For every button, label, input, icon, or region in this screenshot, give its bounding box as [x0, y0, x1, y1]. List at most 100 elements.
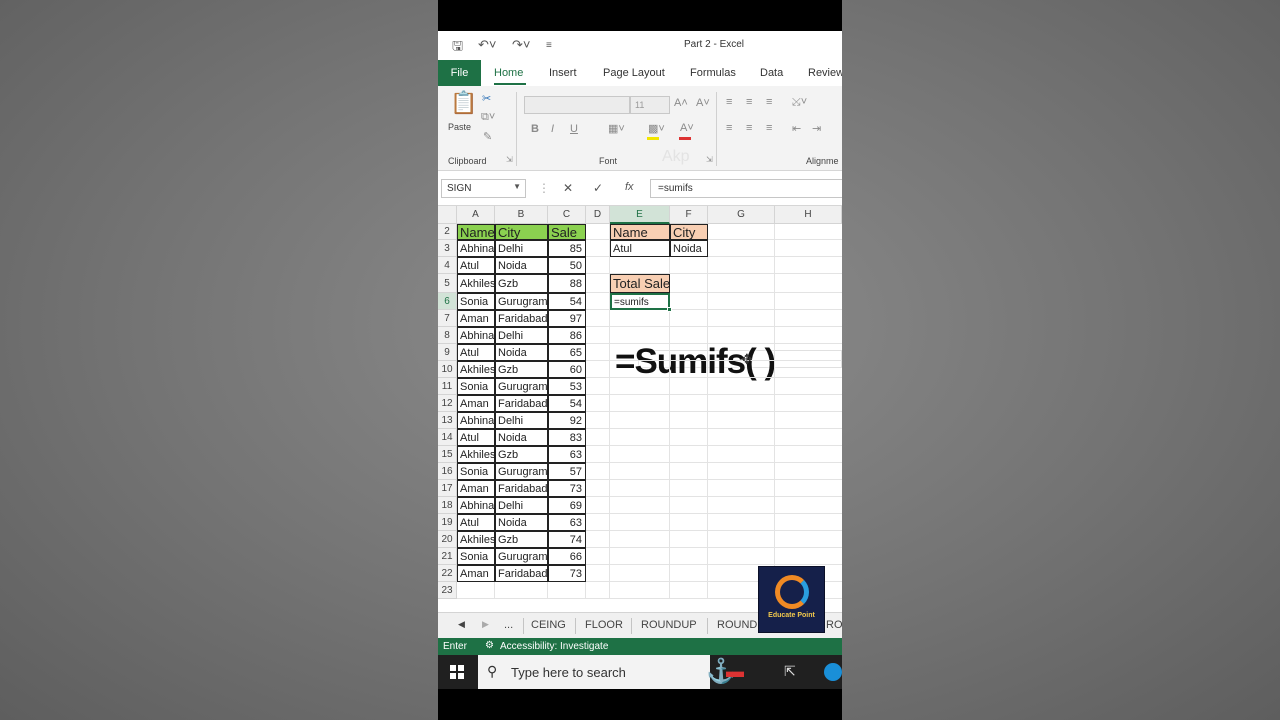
- table-cell[interactable]: 88: [548, 274, 586, 293]
- sheet-tab-round[interactable]: ROUND: [717, 619, 757, 631]
- table-cell[interactable]: Gzb: [495, 446, 548, 463]
- borders-icon[interactable]: ▦˅: [608, 122, 625, 135]
- table-cell[interactable]: 63: [548, 446, 586, 463]
- table-cell[interactable]: Gzb: [495, 274, 548, 293]
- table-cell[interactable]: Aman: [457, 480, 495, 497]
- task-view-icon[interactable]: ⇱: [784, 663, 796, 680]
- tab-formulas[interactable]: Formulas: [690, 67, 736, 79]
- autosave-icon[interactable]: 🖫: [452, 37, 463, 59]
- row-header-12[interactable]: 12: [438, 395, 457, 412]
- table-cell[interactable]: Gurugram: [495, 293, 548, 310]
- table-cell[interactable]: Delhi: [495, 412, 548, 429]
- grow-font-icon[interactable]: A˄: [674, 97, 688, 109]
- align-top-icon[interactable]: ≡: [726, 96, 732, 108]
- row-header-11[interactable]: 11: [438, 378, 457, 395]
- tab-home[interactable]: Home: [494, 67, 523, 79]
- table-cell[interactable]: 97: [548, 310, 586, 327]
- criteria-name-header[interactable]: Name: [610, 224, 670, 240]
- windows-start-icon[interactable]: [450, 665, 464, 679]
- row-header-8[interactable]: 8: [438, 327, 457, 344]
- criteria-city-value[interactable]: Noida: [670, 240, 708, 257]
- table-cell[interactable]: Gurugram: [495, 463, 548, 480]
- fill-handle[interactable]: [667, 307, 672, 312]
- align-middle-icon[interactable]: ≡: [746, 96, 752, 108]
- column-header-h[interactable]: H: [775, 206, 842, 224]
- table-cell[interactable]: Atul: [457, 429, 495, 446]
- tab-insert[interactable]: Insert: [549, 67, 577, 79]
- formula-input[interactable]: =sumifs: [650, 179, 842, 198]
- sheet-tab-ceing[interactable]: CEING: [531, 619, 566, 631]
- table-cell[interactable]: Abhinav: [457, 497, 495, 514]
- table-header-cell[interactable]: Sale: [548, 224, 586, 240]
- table-cell[interactable]: 53: [548, 378, 586, 395]
- criteria-city-header[interactable]: City: [670, 224, 708, 240]
- table-cell[interactable]: Gurugram: [495, 548, 548, 565]
- decrease-indent-icon[interactable]: ⇤: [792, 122, 801, 135]
- table-cell[interactable]: Gzb: [495, 361, 548, 378]
- row-header-16[interactable]: 16: [438, 463, 457, 480]
- table-cell[interactable]: Faridabad: [495, 480, 548, 497]
- copy-icon[interactable]: ⧉˅: [481, 111, 495, 124]
- row-header-2[interactable]: 2: [438, 224, 457, 240]
- total-sale-label[interactable]: Total Sale: [610, 274, 670, 293]
- table-cell[interactable]: Sonia: [457, 548, 495, 565]
- increase-indent-icon[interactable]: ⇥: [812, 122, 821, 135]
- table-header-cell[interactable]: Name: [457, 224, 495, 240]
- criteria-name-value[interactable]: Atul: [610, 240, 670, 257]
- row-header-18[interactable]: 18: [438, 497, 457, 514]
- name-box-dropdown-icon[interactable]: ▼: [513, 182, 521, 191]
- tab-page-layout[interactable]: Page Layout: [603, 67, 665, 79]
- table-header-cell[interactable]: City: [495, 224, 548, 240]
- align-right-icon[interactable]: ≡: [766, 122, 772, 134]
- table-cell[interactable]: 60: [548, 361, 586, 378]
- row-header-10[interactable]: 10: [438, 361, 457, 378]
- insert-function-icon[interactable]: fx: [625, 181, 634, 193]
- column-header-a[interactable]: A: [457, 206, 495, 224]
- row-header-13[interactable]: 13: [438, 412, 457, 429]
- tab-data[interactable]: Data: [760, 67, 783, 79]
- table-cell[interactable]: Atul: [457, 257, 495, 274]
- clipboard-launcher-icon[interactable]: ⇲: [506, 155, 513, 164]
- font-name-select[interactable]: [524, 96, 630, 114]
- table-cell[interactable]: Gzb: [495, 531, 548, 548]
- table-cell[interactable]: Akhilesh: [457, 274, 495, 293]
- row-header-7[interactable]: 7: [438, 310, 457, 327]
- worksheet-grid[interactable]: =Sumifs( ) A B C D E F G H 2 3 4 5 6 7 8 9 10 11 12 13 14 15 1…: [438, 206, 842, 612]
- table-cell[interactable]: Delhi: [495, 327, 548, 344]
- row-header-4[interactable]: 4: [438, 257, 457, 274]
- table-cell[interactable]: Aman: [457, 395, 495, 412]
- select-all-corner[interactable]: [438, 206, 457, 224]
- active-cell-editor[interactable]: =sumifs: [610, 293, 670, 310]
- next-sheet-icon[interactable]: ▶: [482, 619, 489, 630]
- name-box[interactable]: SIGN ▼: [441, 179, 526, 198]
- table-cell[interactable]: 50: [548, 257, 586, 274]
- align-center-icon[interactable]: ≡: [746, 122, 752, 134]
- paste-icon[interactable]: 📋: [450, 90, 477, 116]
- shrink-font-icon[interactable]: A˅: [696, 97, 710, 109]
- table-cell[interactable]: Atul: [457, 344, 495, 361]
- format-painter-icon[interactable]: ✎: [483, 130, 492, 143]
- sheet-tab-rou[interactable]: ROU: [826, 619, 842, 631]
- font-color-icon[interactable]: A˅: [680, 122, 694, 134]
- row-header-3[interactable]: 3: [438, 240, 457, 257]
- tab-review[interactable]: Review: [808, 67, 842, 79]
- table-cell[interactable]: Akhilesh: [457, 531, 495, 548]
- column-header-g[interactable]: G: [708, 206, 775, 224]
- align-bottom-icon[interactable]: ≡: [766, 96, 772, 108]
- table-cell[interactable]: Abhinav: [457, 327, 495, 344]
- orientation-icon[interactable]: ⤩˅: [792, 96, 807, 109]
- table-cell[interactable]: 85: [548, 240, 586, 257]
- sheet-tab-floor[interactable]: FLOOR: [585, 619, 623, 631]
- more-sheets-button[interactable]: ...: [504, 619, 513, 631]
- table-cell[interactable]: Akhilesh: [457, 361, 495, 378]
- row-header-6[interactable]: 6: [438, 293, 457, 310]
- row-header-19[interactable]: 19: [438, 514, 457, 531]
- taskbar-search-box[interactable]: ⚲ Type here to search ⚓: [478, 655, 736, 689]
- table-cell[interactable]: Gurugram: [495, 378, 548, 395]
- column-header-e[interactable]: E: [610, 206, 670, 224]
- row-header-9[interactable]: 9: [438, 344, 457, 361]
- table-cell[interactable]: Sonia: [457, 463, 495, 480]
- table-cell[interactable]: Sonia: [457, 378, 495, 395]
- table-cell[interactable]: Abhinav: [457, 412, 495, 429]
- table-cell[interactable]: 73: [548, 480, 586, 497]
